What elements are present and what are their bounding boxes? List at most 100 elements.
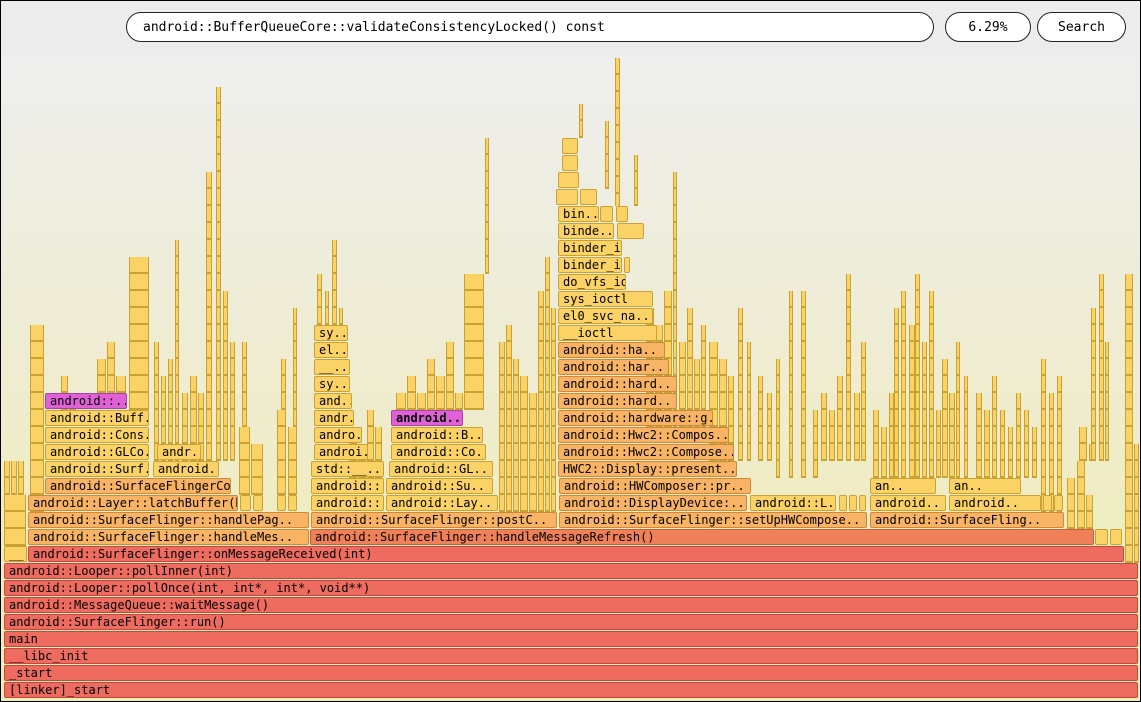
flame-filler-tower[interactable] bbox=[1008, 427, 1013, 478]
flame-filler-tower[interactable] bbox=[813, 410, 818, 478]
flame-frame[interactable]: android::Looper::pollInner(int) bbox=[4, 563, 1138, 579]
flame-filler-tower[interactable] bbox=[545, 257, 550, 512]
flame-frame[interactable]: android::Hwc2::Compose.. bbox=[558, 444, 734, 460]
flame-frame[interactable]: android::HWComposer::pr.. bbox=[559, 478, 751, 494]
flame-filler-tower[interactable] bbox=[417, 393, 426, 410]
flame-frame[interactable]: and.. bbox=[314, 393, 352, 409]
flame-frame[interactable] bbox=[600, 206, 613, 222]
flame-frame[interactable]: android::SurfaceFlinger::handleMessageRe… bbox=[310, 529, 1094, 545]
flame-frame[interactable]: android::SurfaceFlingerCo.. bbox=[45, 478, 231, 494]
flame-filler-tower[interactable] bbox=[821, 393, 827, 461]
flame-frame[interactable]: android::.. bbox=[45, 393, 127, 409]
flame-filler-tower[interactable] bbox=[242, 342, 247, 427]
flame-frame[interactable]: android::SurfaceFlinger::run() bbox=[4, 614, 1138, 630]
flame-filler-tower[interactable] bbox=[767, 393, 772, 461]
flame-frame[interactable] bbox=[556, 189, 578, 205]
flame-filler-tower[interactable] bbox=[1091, 308, 1096, 461]
flame-frame[interactable]: andro.. bbox=[314, 427, 362, 443]
flame-filler-tower[interactable] bbox=[513, 359, 519, 512]
flame-frame[interactable] bbox=[253, 495, 263, 511]
flame-filler-tower[interactable] bbox=[1016, 393, 1021, 478]
flame-frame[interactable]: android::hardware::g.. bbox=[558, 410, 713, 426]
flame-filler-tower[interactable] bbox=[801, 291, 806, 478]
flame-frame[interactable]: android.. bbox=[391, 410, 463, 426]
flame-frame[interactable] bbox=[580, 189, 597, 205]
flame-filler-tower[interactable] bbox=[789, 291, 793, 478]
flame-filler-tower[interactable] bbox=[929, 291, 934, 478]
flame-filler-tower[interactable] bbox=[116, 376, 126, 393]
flame-frame[interactable]: android::Buff.. bbox=[45, 410, 149, 426]
flame-filler-tower[interactable] bbox=[861, 342, 866, 461]
flame-filler-tower[interactable] bbox=[915, 274, 920, 478]
flame-frame[interactable]: binder_io.. bbox=[558, 240, 622, 256]
flame-frame[interactable] bbox=[277, 495, 286, 511]
flame-filler-tower[interactable] bbox=[738, 308, 743, 461]
flame-frame[interactable] bbox=[562, 155, 578, 171]
flame-frame[interactable]: android::SurfaceFlinger::setUpHWCompose.… bbox=[559, 512, 867, 528]
flame-frame[interactable] bbox=[1110, 529, 1122, 545]
flame-filler-tower[interactable] bbox=[520, 376, 528, 512]
flame-filler-tower[interactable] bbox=[901, 291, 906, 478]
flame-filler-tower[interactable] bbox=[776, 359, 780, 478]
flame-filler-tower[interactable] bbox=[30, 325, 44, 512]
flame-frame[interactable]: android::hard.. bbox=[558, 376, 677, 392]
flame-filler-tower[interactable] bbox=[837, 376, 843, 461]
flame-filler-tower[interactable] bbox=[239, 427, 250, 495]
flame-filler-tower[interactable] bbox=[976, 393, 982, 478]
flame-filler-tower[interactable] bbox=[529, 393, 537, 512]
flame-frame[interactable]: android.. bbox=[870, 495, 946, 511]
flame-filler-tower[interactable] bbox=[499, 342, 505, 512]
flame-frame[interactable]: __libc_init bbox=[4, 648, 1138, 664]
flame-frame[interactable] bbox=[849, 495, 857, 511]
flame-frame[interactable]: android::SurfaceFlinger::handlePag.. bbox=[28, 512, 309, 528]
flame-frame[interactable]: android::har.. bbox=[558, 359, 669, 375]
flame-frame[interactable]: android::ha.. bbox=[558, 342, 665, 358]
flame-frame[interactable]: an.. bbox=[870, 478, 936, 494]
flame-filler-tower[interactable] bbox=[758, 376, 763, 461]
flame-filler-tower[interactable] bbox=[427, 359, 435, 410]
flame-filler-tower[interactable] bbox=[1057, 376, 1062, 512]
flame-filler-tower[interactable] bbox=[747, 342, 751, 461]
flame-frame[interactable]: android::Surf.. bbox=[45, 461, 149, 477]
flame-filler-tower[interactable] bbox=[1099, 274, 1104, 461]
flame-filler-tower[interactable] bbox=[615, 58, 620, 206]
flame-frame[interactable]: android::Layer::latchBuffer(b.. bbox=[28, 495, 238, 511]
flame-filler-tower[interactable] bbox=[97, 359, 106, 393]
flame-filler-tower[interactable] bbox=[1032, 427, 1037, 478]
flame-filler-tower[interactable] bbox=[579, 104, 583, 138]
flame-frame[interactable]: [linker]_start bbox=[4, 682, 1138, 698]
flame-filler-tower[interactable] bbox=[223, 291, 228, 461]
flame-filler-tower[interactable] bbox=[992, 376, 997, 478]
flame-filler-tower[interactable] bbox=[107, 342, 115, 393]
flame-filler-tower[interactable] bbox=[1077, 461, 1085, 529]
flame-frame[interactable]: android::Looper::pollOnce(int, int*, int… bbox=[4, 580, 1138, 596]
flame-filler-tower[interactable] bbox=[1000, 410, 1005, 478]
flame-frame[interactable]: android::SurfaceFlinger::postC.. bbox=[311, 512, 557, 528]
flame-frame[interactable] bbox=[240, 495, 251, 511]
flame-filler-tower[interactable] bbox=[325, 291, 329, 325]
flame-frame[interactable]: android::DisplayDevice:.. bbox=[559, 495, 747, 511]
flame-filler-tower[interactable] bbox=[230, 342, 235, 461]
flame-frame[interactable] bbox=[624, 257, 630, 273]
flame-filler-tower[interactable] bbox=[4, 495, 26, 546]
flame-frame[interactable]: android::GL.. bbox=[389, 461, 493, 477]
flame-frame[interactable]: std::__.. bbox=[311, 461, 384, 477]
flame-frame[interactable]: an.. bbox=[949, 478, 1021, 494]
flame-frame[interactable] bbox=[1095, 529, 1108, 545]
flame-frame[interactable] bbox=[839, 495, 847, 511]
flame-frame[interactable]: androi.. bbox=[314, 444, 368, 460]
flame-filler-tower[interactable] bbox=[964, 376, 968, 478]
flame-filler-tower[interactable] bbox=[18, 461, 24, 495]
flame-filler-tower[interactable] bbox=[206, 172, 212, 461]
flame-filler-tower[interactable] bbox=[873, 410, 879, 478]
flame-frame[interactable]: android::.. bbox=[311, 495, 384, 511]
flame-frame[interactable]: bin.. bbox=[558, 206, 599, 222]
flame-frame[interactable]: el.. bbox=[314, 342, 348, 358]
flame-frame[interactable]: andr.. bbox=[314, 410, 354, 426]
flame-filler-tower[interactable] bbox=[339, 308, 343, 325]
flame-filler-tower[interactable] bbox=[881, 427, 887, 478]
flame-filler-tower[interactable] bbox=[846, 274, 851, 461]
flame-frame[interactable]: android::SurfaceFling.. bbox=[870, 512, 1064, 528]
flame-frame[interactable]: android::hard.. bbox=[558, 393, 677, 409]
flame-filler-tower[interactable] bbox=[894, 308, 899, 478]
